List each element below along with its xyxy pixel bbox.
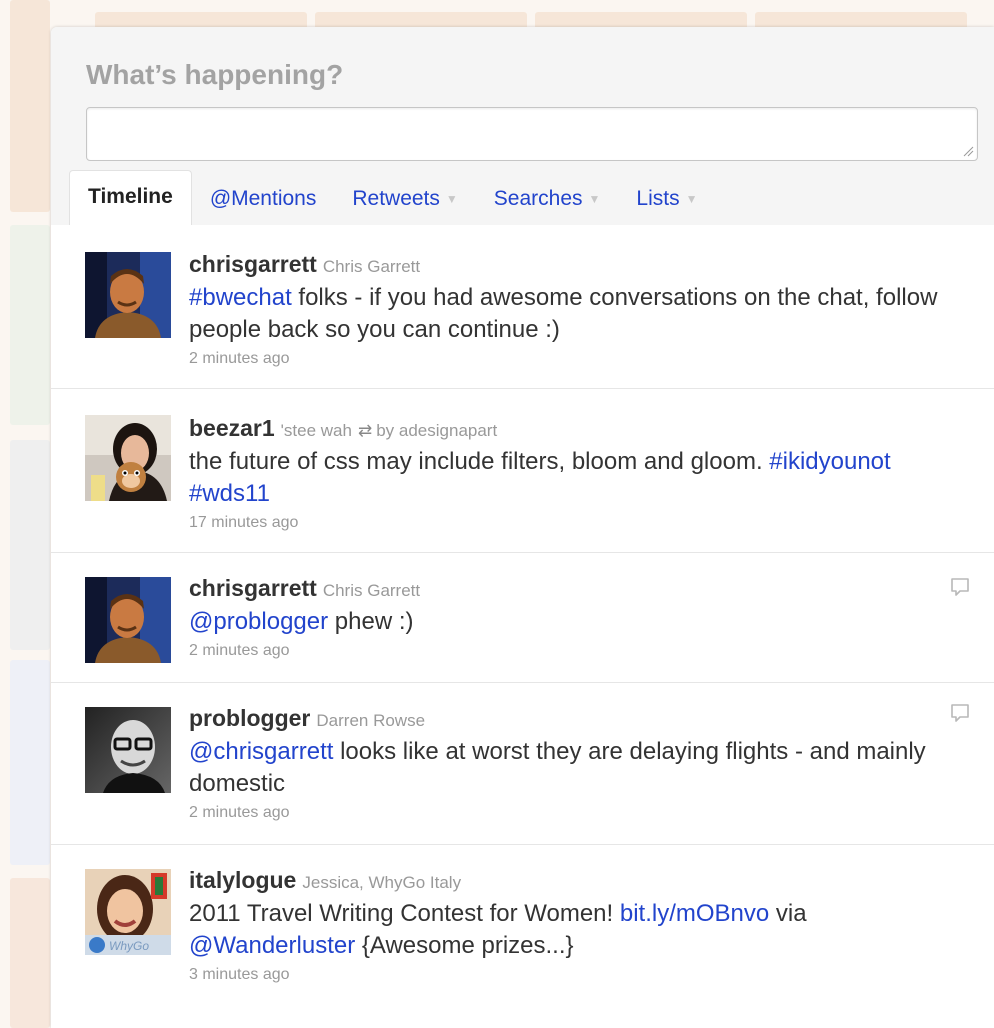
tweet-text-part: phew :) [328,608,414,635]
hashtag-link[interactable]: #bwechat [189,284,292,311]
avatar[interactable] [85,415,171,501]
tab-retweets[interactable]: Retweets ▼ [334,173,475,225]
avatar[interactable] [85,252,171,338]
reply-icon[interactable] [948,575,972,599]
tweet-text: #bwechat folks - if you had awesome conv… [189,282,974,346]
reply-icon[interactable] [948,701,972,725]
tab-label: Searches [493,187,583,210]
tab-lists[interactable]: Lists ▼ [618,173,715,225]
chevron-down-icon: ▼ [588,192,601,206]
whygo-logo-text: WhyGo [109,939,149,953]
avatar[interactable] [85,577,171,663]
background-tile [10,0,50,212]
tab-mentions[interactable]: @Mentions [192,173,335,225]
tweet-full-name: Jessica, WhyGo Italy [302,873,462,892]
tweet-screen-name[interactable]: chrisgarrett [189,251,317,277]
tweet-screen-name[interactable]: chrisgarrett [189,575,317,601]
hashtag-link[interactable]: #ikidyounot [769,448,890,475]
timeline-tabs: Timeline @Mentions Retweets ▼ Searches ▼ L… [69,170,715,225]
tweet-text: the future of css may include filters, b… [189,446,974,510]
mention-link[interactable]: @problogger [189,608,328,635]
url-link[interactable]: bit.ly/mOBnvo [620,900,769,927]
resize-grip-icon[interactable] [962,145,974,157]
tweet-full-name: Chris Garrett [322,257,421,276]
tweet-text: @problogger phew :) [189,606,974,638]
tab-label: Timeline [88,185,173,208]
main-panel: What’s happening? Timeline @Mentions Ret… [51,27,994,1028]
tweet-text-part: via [769,900,807,927]
tweet-timestamp[interactable]: 2 minutes ago [189,800,974,826]
tab-timeline[interactable]: Timeline [69,170,192,225]
tab-searches[interactable]: Searches ▼ [476,173,619,225]
tweet-item[interactable]: WhyGo italylogue Jessica, WhyGo Italy 201… [51,845,994,1005]
tweet-timestamp[interactable]: 2 minutes ago [189,638,974,664]
background-tile [10,660,50,865]
tweet-timestamp[interactable]: 3 minutes ago [189,962,974,988]
tab-label: @Mentions [209,187,317,210]
retweet-icon: ⇄ [357,421,373,440]
tweet-screen-name[interactable]: italylogue [189,867,296,893]
tweet-timestamp[interactable]: 2 minutes ago [189,346,974,372]
tweet-text: @chrisgarrett looks like at worst they a… [189,736,974,800]
avatar[interactable]: WhyGo [85,869,171,955]
tweet-item[interactable]: problogger Darren Rowse @chrisgarrett loo… [51,683,994,845]
compose-area: What’s happening? Timeline @Mentions Ret… [51,27,994,225]
tweet-timestamp[interactable]: 17 minutes ago [189,510,974,536]
tweet-full-name: Darren Rowse [316,711,426,730]
tweet-text-part: folks - if you had awesome conversations… [189,284,938,343]
background-tile [10,225,50,425]
tweet-full-name: Chris Garrett [322,581,421,600]
chevron-down-icon: ▼ [685,192,698,206]
chevron-down-icon: ▼ [445,192,458,206]
tab-label: Retweets [352,187,440,210]
avatar[interactable] [85,707,171,793]
background-tile [10,878,50,1028]
mention-link[interactable]: @Wanderluster [189,932,355,959]
compose-title: What’s happening? [86,59,344,90]
tweet-item[interactable]: beezar1 'stee wah ⇄ by adesignapart the fut… [51,389,994,553]
tweet-screen-name[interactable]: problogger [189,705,310,731]
background-tile [10,440,50,650]
tab-label: Lists [636,187,680,210]
tweet-text-part: the future of css may include filters, b… [189,448,770,475]
hashtag-link[interactable]: #wds11 [189,480,270,507]
compose-input[interactable] [86,107,978,161]
mention-link[interactable]: @chrisgarrett [189,738,333,765]
tweet-item[interactable]: chrisgarrett Chris Garrett #bwechat folks… [51,225,994,389]
tweet-screen-name[interactable]: beezar1 [189,415,275,441]
tweet-full-name: 'stee wah [280,421,352,440]
tweet-text-part: {Awesome prizes...} [355,932,574,959]
retweeted-by[interactable]: by adesignapart [376,421,497,440]
tweet-text: 2011 Travel Writing Contest for Women! b… [189,898,974,962]
tweet-text-part: 2011 Travel Writing Contest for Women! [189,900,620,927]
tweet-item[interactable]: chrisgarrett Chris Garrett @problogger ph… [51,553,994,683]
